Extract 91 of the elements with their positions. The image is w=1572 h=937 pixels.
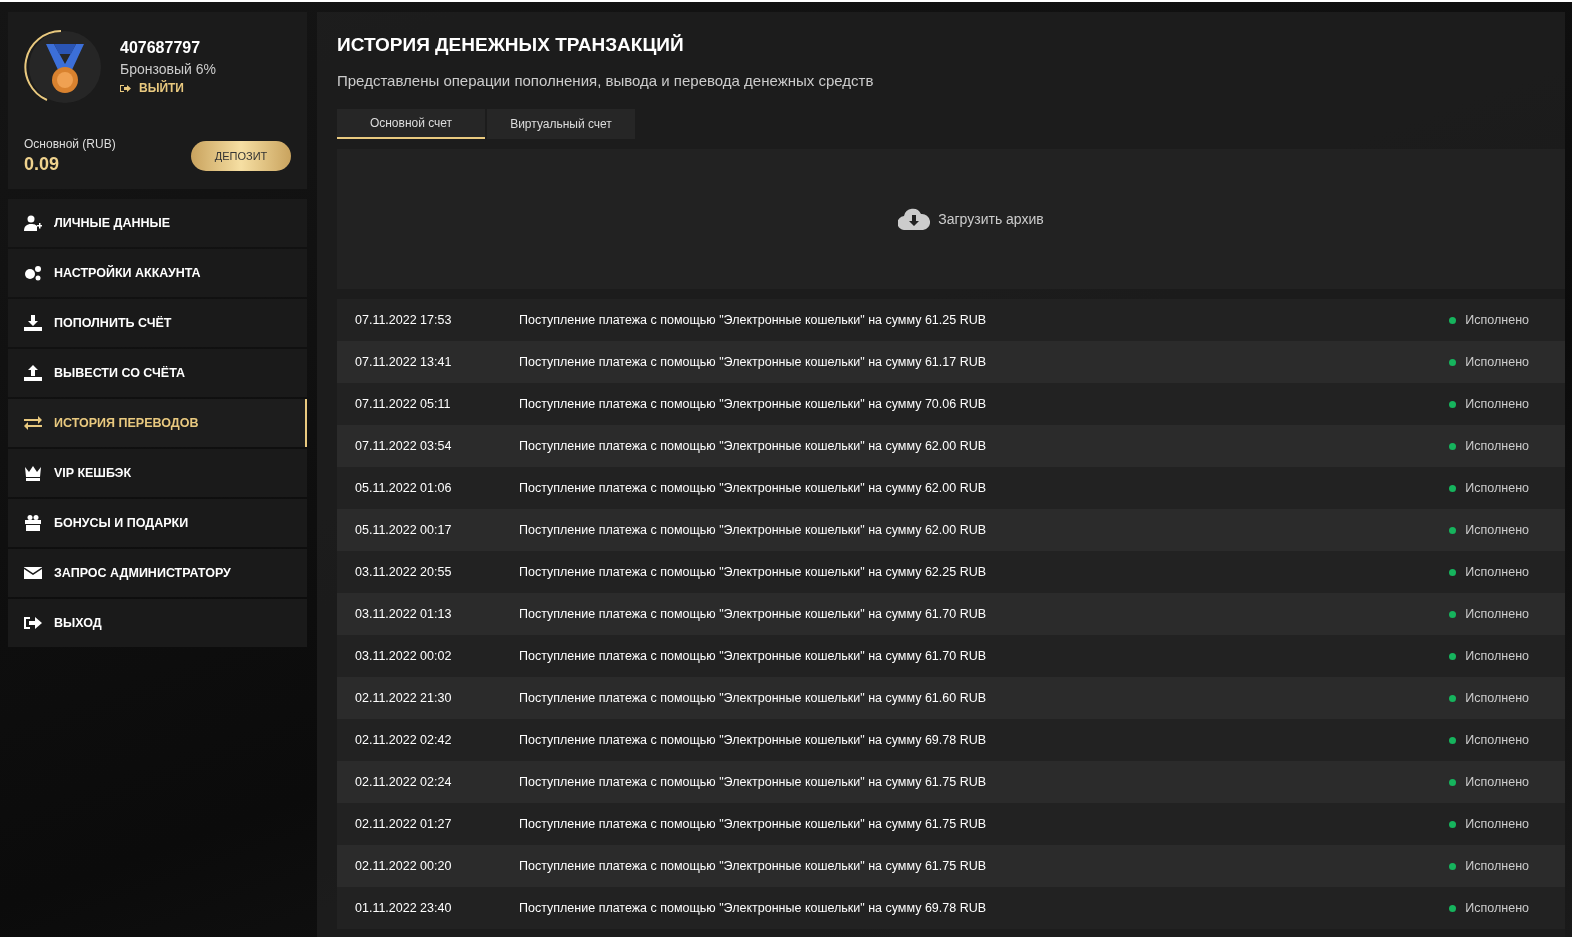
status-text: Исполнено — [1465, 649, 1529, 663]
status-dot — [1449, 400, 1457, 408]
user-add-icon — [24, 215, 42, 231]
transaction-date: 02.11.2022 00:20 — [355, 859, 453, 873]
account-tab[interactable]: Виртуальный счет — [487, 109, 635, 139]
transaction-description: Поступление платежа с помощью "Электронные кошельки" на сумму 62.25 RUB — [519, 565, 988, 579]
menu-item[interactable]: VIP КЕШБЭК — [8, 449, 307, 497]
transaction-description: Поступление платежа с помощью "Электронные кошельки" на сумму 61.75 RUB — [519, 775, 988, 789]
transaction-description: Поступление платежа с помощью "Электронные кошельки" на сумму 69.78 RUB — [519, 733, 988, 747]
transaction-date: 07.11.2022 13:41 — [355, 355, 453, 369]
exchange-arrows-icon — [24, 415, 42, 431]
crown-icon — [24, 465, 42, 481]
status-dot — [1449, 820, 1457, 828]
transaction-description: Поступление платежа с помощью "Электронные кошельки" на сумму 69.78 RUB — [519, 901, 988, 915]
transaction-date: 07.11.2022 17:53 — [355, 313, 453, 327]
transaction-description: Поступление платежа с помощью "Электронные кошельки" на сумму 62.00 RUB — [519, 439, 988, 453]
menu-item[interactable]: ЛИЧНЫЕ ДАННЫЕ — [8, 199, 307, 247]
status-text: Исполнено — [1465, 733, 1529, 747]
transaction-description: Поступление платежа с помощью "Электронные кошельки" на сумму 70.06 RUB — [519, 397, 988, 411]
transaction-date: 01.11.2022 23:40 — [355, 901, 453, 915]
transaction-date: 05.11.2022 01:06 — [355, 481, 453, 495]
transaction-date: 02.11.2022 21:30 — [355, 691, 453, 705]
status-dot — [1449, 778, 1457, 786]
transaction-description: Поступление платежа с помощью "Электронные кошельки" на сумму 62.00 RUB — [519, 481, 988, 495]
menu-item[interactable]: БОНУСЫ И ПОДАРКИ — [8, 499, 307, 547]
menu-item[interactable]: ЗАПРОС АДМИНИСТРАТОРУ — [8, 549, 307, 597]
status-dot — [1449, 736, 1457, 744]
menu-item[interactable]: ИСТОРИЯ ПЕРЕВОДОВ — [8, 399, 307, 447]
status-dot — [1449, 652, 1457, 660]
status-text: Исполнено — [1465, 313, 1529, 327]
status-text: Исполнено — [1465, 691, 1529, 705]
transaction-date: 07.11.2022 05:11 — [355, 397, 452, 411]
transaction-description: Поступление платежа с помощью "Электронные кошельки" на сумму 61.70 RUB — [519, 649, 988, 663]
user-id: 407687797 — [120, 39, 202, 57]
medal-avatar-icon — [24, 28, 102, 106]
deposit-button[interactable]: ДЕПОЗИТ — [191, 141, 291, 171]
transaction-description: Поступление платежа с помощью "Электронные кошельки" на сумму 62.00 RUB — [519, 523, 988, 537]
status-text: Исполнено — [1465, 775, 1529, 789]
status-text: Исполнено — [1465, 481, 1529, 495]
status-text: Исполнено — [1465, 859, 1529, 873]
menu-item[interactable]: ПОПОЛНИТЬ СЧЁТ — [8, 299, 307, 347]
status-dot — [1449, 316, 1457, 324]
download-icon — [24, 315, 42, 331]
transaction-date: 02.11.2022 02:42 — [355, 733, 453, 747]
envelope-icon — [24, 565, 42, 581]
transaction-description: Поступление платежа с помощью "Электронные кошельки" на сумму 61.25 RUB — [519, 313, 988, 327]
status-text: Исполнено — [1465, 901, 1529, 915]
cloud-download-icon — [898, 208, 931, 230]
transaction-date: 03.11.2022 20:55 — [355, 565, 453, 579]
status-dot — [1449, 568, 1457, 576]
account-tab[interactable]: Основной счет — [337, 109, 485, 139]
status-text: Исполнено — [1465, 523, 1529, 537]
status-dot — [1449, 862, 1457, 870]
status-text: Исполнено — [1465, 817, 1529, 831]
status-dot — [1449, 904, 1457, 912]
page-subtitle: Представлены операции пополнения, вывода и перевода денежных средств — [337, 72, 875, 89]
level-text: Бронзовый 6% — [120, 61, 216, 77]
status-text: Исполнено — [1465, 565, 1529, 579]
page-title: ИСТОРИЯ ДЕНЕЖНЫХ ТРАНЗАКЦИЙ — [337, 34, 685, 56]
logout-icon — [24, 615, 42, 631]
transaction-date: 05.11.2022 00:17 — [355, 523, 453, 537]
status-dot — [1449, 484, 1457, 492]
transaction-description: Поступление платежа с помощью "Электронные кошельки" на сумму 61.75 RUB — [519, 859, 988, 873]
logout-icon — [120, 83, 131, 93]
status-text: Исполнено — [1465, 607, 1529, 621]
transaction-date: 07.11.2022 03:54 — [355, 439, 453, 453]
balance-value: 0.09 — [24, 154, 61, 175]
transaction-date: 02.11.2022 01:27 — [355, 817, 453, 831]
status-dot — [1449, 694, 1457, 702]
menu-item[interactable]: НАСТРОЙКИ АККАУНТА — [8, 249, 307, 297]
transaction-description: Поступление платежа с помощью "Электронные кошельки" на сумму 61.75 RUB — [519, 817, 988, 831]
transaction-description: Поступление платежа с помощью "Электронные кошельки" на сумму 61.17 RUB — [519, 355, 988, 369]
status-text: Исполнено — [1465, 439, 1529, 453]
status-dot — [1449, 610, 1457, 618]
transaction-description: Поступление платежа с помощью "Электронные кошельки" на сумму 61.70 RUB — [519, 607, 988, 621]
status-dot — [1449, 442, 1457, 450]
menu-item[interactable]: ВЫХОД — [8, 599, 307, 647]
status-dot — [1449, 526, 1457, 534]
upload-icon — [24, 365, 42, 381]
transaction-date: 03.11.2022 01:13 — [355, 607, 453, 621]
download-archive-link[interactable]: Загрузить архив — [898, 208, 1044, 230]
transaction-description: Поступление платежа с помощью "Электронные кошельки" на сумму 61.60 RUB — [519, 691, 988, 705]
transaction-date: 02.11.2022 02:24 — [355, 775, 453, 789]
gift-icon — [24, 515, 42, 531]
balance-label: Основной (RUB) — [24, 137, 116, 151]
status-text: Исполнено — [1465, 397, 1529, 411]
menu-item[interactable]: ВЫВЕСТИ СО СЧЁТА — [8, 349, 307, 397]
logout-link[interactable]: ВЫЙТИ — [120, 81, 216, 95]
transaction-date: 03.11.2022 00:02 — [355, 649, 453, 663]
status-text: Исполнено — [1465, 355, 1529, 369]
status-dot — [1449, 358, 1457, 366]
